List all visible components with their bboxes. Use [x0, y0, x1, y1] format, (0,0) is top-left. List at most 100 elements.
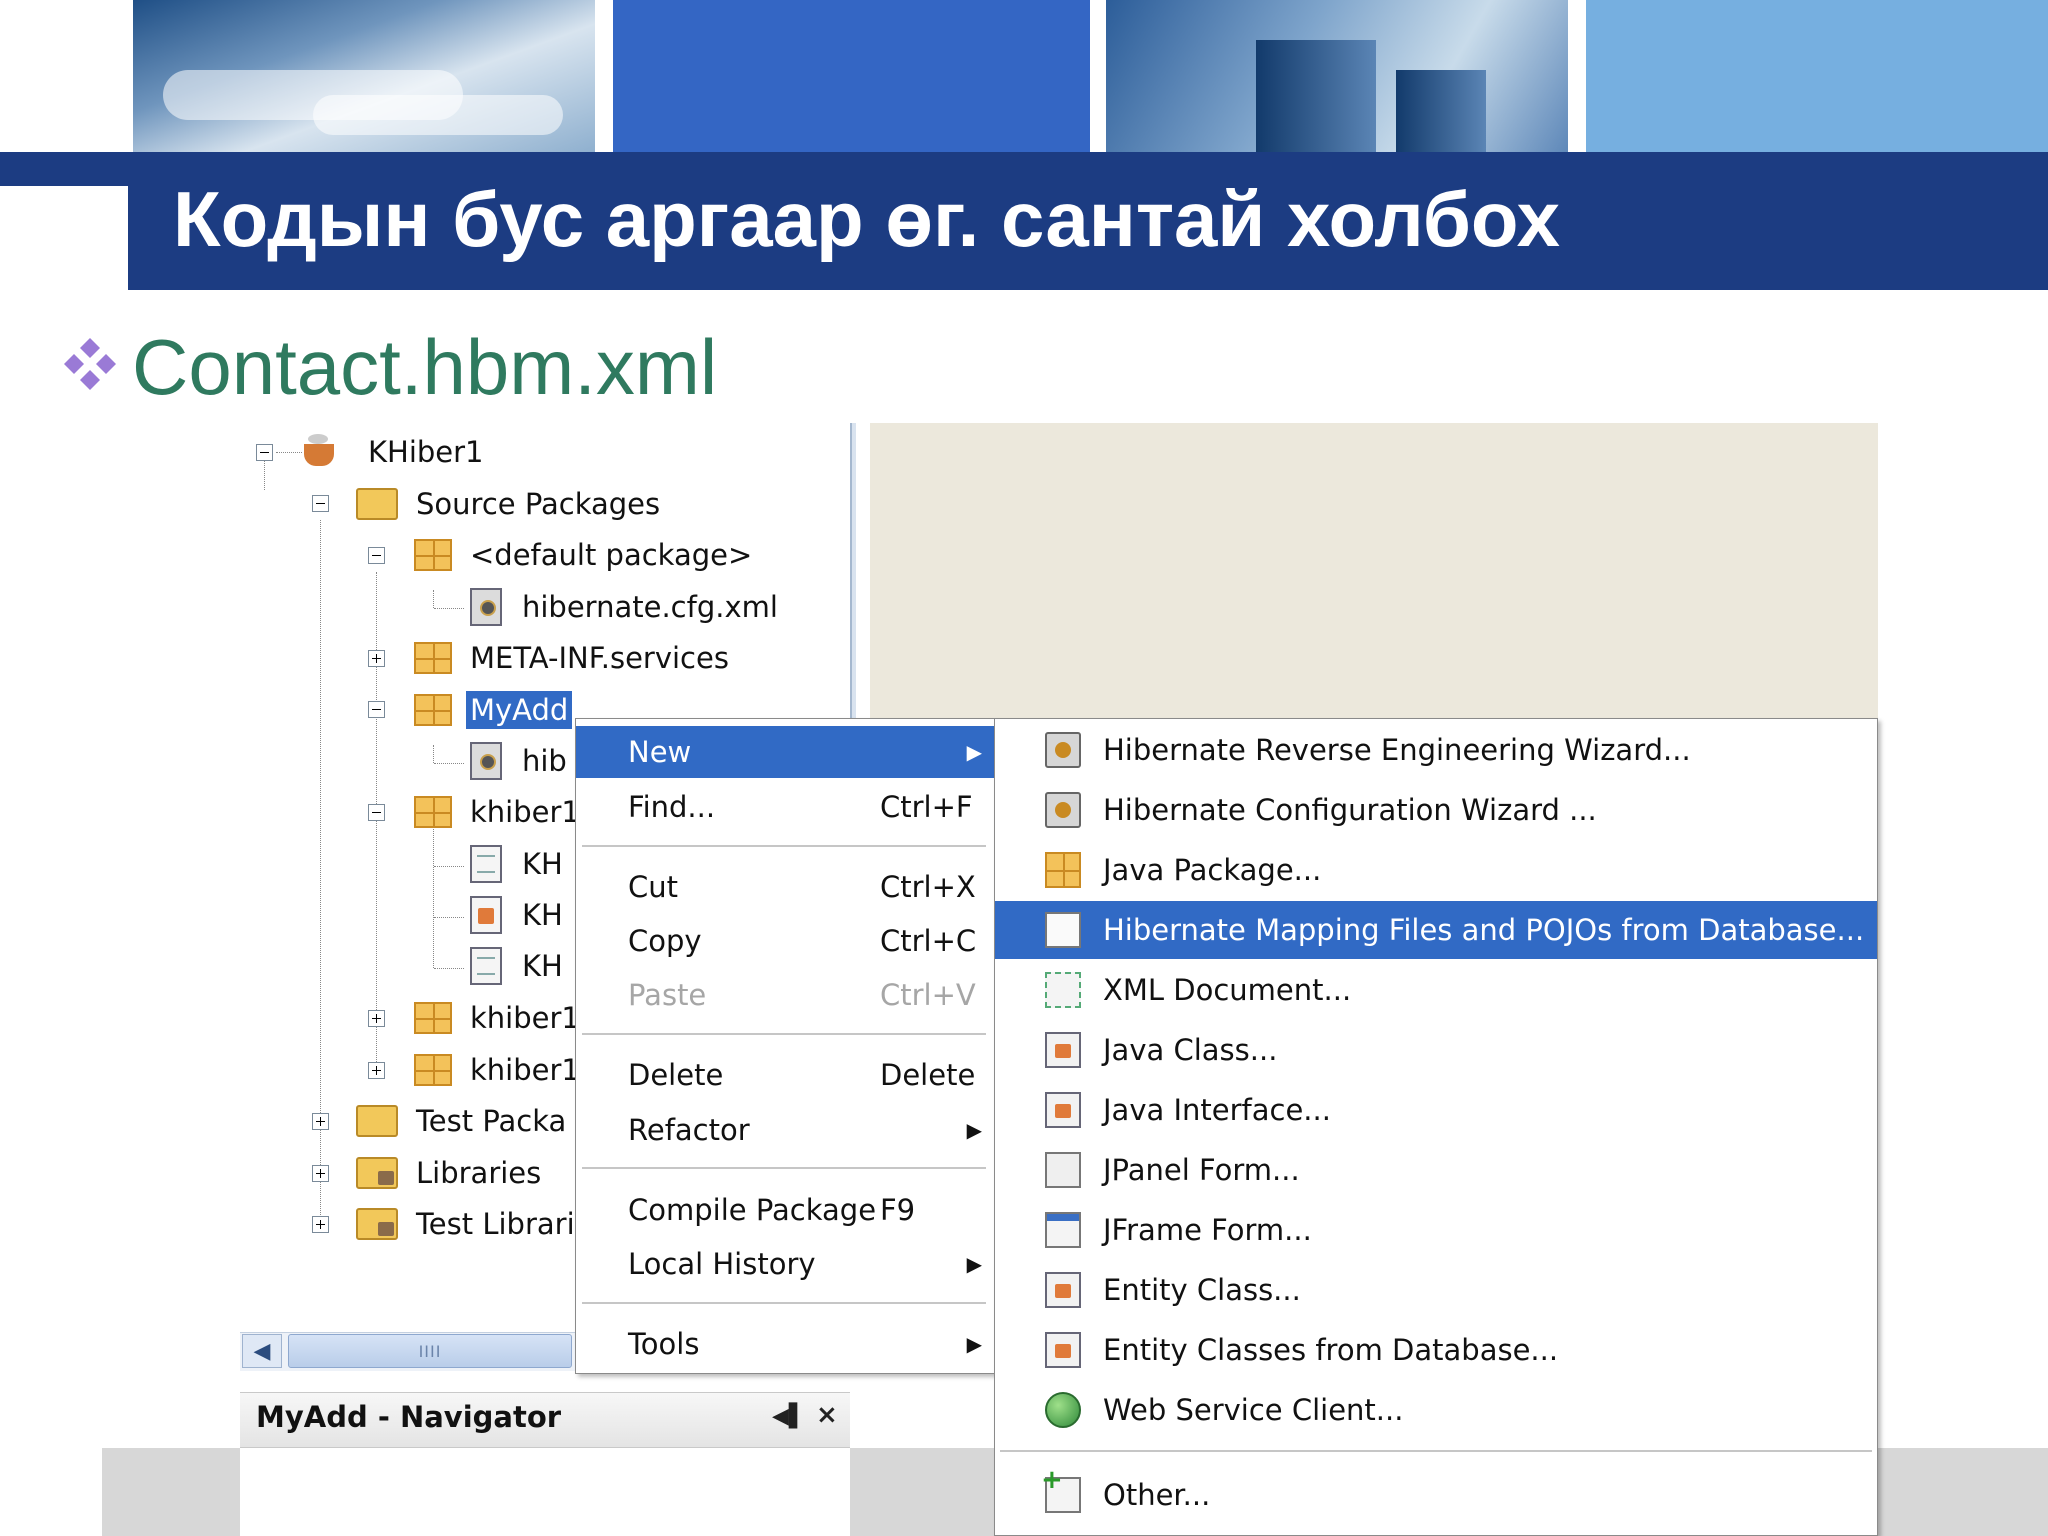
- menu-separator: [582, 1302, 986, 1304]
- submenu-item-xml-document[interactable]: XML Document...: [995, 961, 1877, 1019]
- menu-item-copy[interactable]: Copy Ctrl+C: [576, 915, 994, 967]
- header-blue-block: [613, 0, 1090, 152]
- menu-separator: [582, 1167, 986, 1169]
- tree-node-default-package[interactable]: <default package>: [414, 535, 756, 575]
- submenu-item-entity-classes-db[interactable]: Entity Classes from Database...: [995, 1321, 1877, 1379]
- submenu-label: Hibernate Mapping Files and POJOs from D…: [1103, 913, 1865, 947]
- submenu-label: Java Interface...: [1103, 1093, 1331, 1127]
- tree-node-kh-file[interactable]: KH: [470, 946, 567, 986]
- menu-item-delete[interactable]: Delete Delete: [576, 1049, 994, 1101]
- expand-toggle[interactable]: [312, 1113, 329, 1130]
- form-file-icon: [470, 947, 502, 985]
- menu-item-local-history[interactable]: Local History ▶: [576, 1238, 994, 1290]
- scrollbar-thumb[interactable]: IIII: [288, 1334, 572, 1368]
- menu-item-tools[interactable]: Tools ▶: [576, 1318, 994, 1370]
- submenu-label: Hibernate Reverse Engineering Wizard...: [1103, 733, 1691, 767]
- submenu-item-entity-class[interactable]: Entity Class...: [995, 1261, 1877, 1319]
- minimize-window-icon[interactable]: ◀▌: [772, 1404, 806, 1429]
- tree-node-libraries[interactable]: Libraries: [356, 1153, 545, 1193]
- tree-line: [264, 460, 265, 490]
- tree-node-test-packages[interactable]: Test Packa: [356, 1101, 570, 1141]
- package-icon: [414, 1002, 452, 1034]
- slide-title: Кодын бус аргаар өг. сантай холбох: [173, 175, 1560, 263]
- entity-class-icon: [1045, 1272, 1081, 1308]
- collapse-toggle[interactable]: [256, 444, 273, 461]
- submenu-item-hibernate-reveng[interactable]: Hibernate Reverse Engineering Wizard...: [995, 721, 1877, 779]
- entity-classes-db-icon: [1045, 1332, 1081, 1368]
- submenu-label: Entity Class...: [1103, 1273, 1301, 1307]
- collapse-toggle[interactable]: [368, 804, 385, 821]
- tree-node-hibernate-cfg[interactable]: hibernate.cfg.xml: [470, 587, 782, 627]
- hibernate-config-file-icon: [470, 588, 502, 626]
- menu-label: Delete: [628, 1058, 724, 1092]
- tree-node-kh-file[interactable]: KH: [470, 844, 567, 884]
- tree-node-label: khiber1: [470, 1001, 580, 1035]
- submenu-item-hibernate-mapping[interactable]: Hibernate Mapping Files and POJOs from D…: [995, 901, 1877, 959]
- tree-node-khiber-package[interactable]: khiber1: [414, 998, 584, 1038]
- tree-line: [434, 968, 464, 969]
- tree-node-hib-file[interactable]: hib: [470, 741, 571, 781]
- submenu-item-web-service-client[interactable]: Web Service Client...: [995, 1381, 1877, 1439]
- expand-toggle[interactable]: [368, 650, 385, 667]
- expand-toggle[interactable]: [368, 1062, 385, 1079]
- submenu-item-jframe-form[interactable]: JFrame Form...: [995, 1201, 1877, 1259]
- tree-node-khiber-package[interactable]: khiber1: [414, 1050, 584, 1090]
- tree-node-source-packages[interactable]: Source Packages: [356, 484, 664, 524]
- tree-node-test-libraries[interactable]: Test Librari: [356, 1204, 579, 1244]
- expand-toggle[interactable]: [368, 1010, 385, 1027]
- submenu-label: Hibernate Configuration Wizard ...: [1103, 793, 1597, 827]
- tree-node-myadd[interactable]: MyAdd: [414, 690, 573, 730]
- submenu-item-jpanel-form[interactable]: JPanel Form...: [995, 1141, 1877, 1199]
- close-icon[interactable]: ×: [816, 1400, 838, 1430]
- submenu-arrow-icon: ▶: [966, 1332, 982, 1356]
- submenu-item-java-interface[interactable]: Java Interface...: [995, 1081, 1877, 1139]
- tree-node-label: <default package>: [470, 538, 753, 572]
- tree-node-label: hib: [522, 744, 567, 778]
- building-shape: [1396, 70, 1486, 152]
- other-file-icon: [1041, 1465, 1081, 1513]
- menu-shortcut: Delete: [880, 1058, 976, 1092]
- tree-line: [434, 917, 464, 918]
- submenu-item-java-class[interactable]: Java Class...: [995, 1021, 1877, 1079]
- java-main-class-icon: [470, 896, 502, 934]
- menu-item-refactor[interactable]: Refactor ▶: [576, 1104, 994, 1156]
- tree-node-label: KH: [522, 949, 563, 983]
- tree-node-label: Source Packages: [416, 487, 661, 521]
- tree-line: [433, 822, 434, 968]
- menu-label: Compile Package: [628, 1193, 877, 1227]
- tree-node-project[interactable]: KHiber1: [300, 432, 488, 472]
- menu-label: Cut: [628, 870, 678, 904]
- submenu-item-hibernate-config[interactable]: Hibernate Configuration Wizard ...: [995, 781, 1877, 839]
- package-icon: [414, 642, 452, 674]
- bullet-text: Contact.hbm.xml: [132, 323, 718, 411]
- tree-node-label: Libraries: [416, 1156, 542, 1190]
- package-icon: [414, 539, 452, 571]
- menu-label: Local History: [628, 1247, 816, 1281]
- tree-node-meta-inf[interactable]: META-INF.services: [414, 638, 733, 678]
- package-icon: [414, 1054, 452, 1086]
- menu-separator: [582, 1033, 986, 1035]
- tree-line: [376, 572, 377, 1072]
- tree-node-khiber-package[interactable]: khiber1: [414, 792, 584, 832]
- expand-toggle[interactable]: [312, 1216, 329, 1233]
- submenu-item-java-package[interactable]: Java Package...: [995, 841, 1877, 899]
- expand-toggle[interactable]: [312, 1165, 329, 1182]
- menu-item-new[interactable]: New ▶: [576, 726, 994, 778]
- scroll-left-arrow-icon[interactable]: ◀: [242, 1334, 282, 1368]
- submenu-label: XML Document...: [1103, 973, 1352, 1007]
- collapse-toggle[interactable]: [368, 701, 385, 718]
- menu-item-cut[interactable]: Cut Ctrl+X: [576, 861, 994, 913]
- menu-item-compile-package[interactable]: Compile Package F9: [576, 1184, 994, 1236]
- collapse-toggle[interactable]: [312, 495, 329, 512]
- hand-shape: [313, 95, 563, 135]
- tree-line: [433, 590, 434, 608]
- tree-node-label: KH: [522, 898, 563, 932]
- hibernate-config-icon: [1045, 792, 1081, 828]
- tree-line: [434, 763, 464, 764]
- submenu-item-other[interactable]: Other...: [995, 1465, 1877, 1524]
- tree-node-kh-file[interactable]: KH: [470, 895, 567, 935]
- collapse-toggle[interactable]: [368, 547, 385, 564]
- menu-item-find[interactable]: Find... Ctrl+F: [576, 781, 994, 833]
- menu-label: New: [628, 735, 692, 769]
- tree-line: [276, 452, 302, 453]
